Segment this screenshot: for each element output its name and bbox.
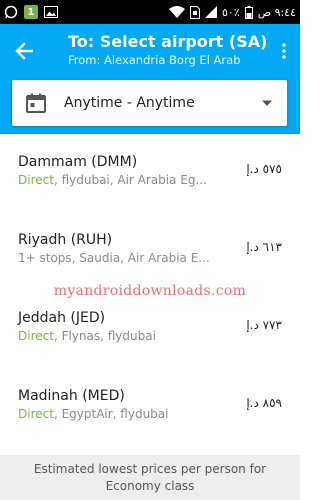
direct-label: Direct [18,407,54,421]
flight-details: Direct, EgyptAir, flydubai [18,407,228,421]
back-button[interactable] [10,38,38,64]
overflow-menu-button[interactable] [276,38,292,64]
footer-line-2: Economy class [105,479,195,493]
status-time: ٩:٤٤ ص [257,5,296,19]
direct-label: Direct [18,173,54,187]
result-row-jeddah[interactable]: Jeddah (JED) Direct, Flynas, flydubai ٧٧… [0,290,300,368]
footer-line-1: Estimated lowest prices per person for [33,462,267,476]
carriers-text: , flydubai, Air Arabia Eg... [53,173,207,187]
destination-name: Jeddah (JED) [18,310,106,326]
price-disclaimer-footer: Estimated lowest prices per person for E… [0,455,300,500]
app-bar-titles: To: Select airport (SA) From: Alexandria… [68,32,270,67]
more-vert-icon [282,43,286,59]
page-title: To: Select airport (SA) [68,32,268,51]
destination-name: Dammam (DMM) [18,154,138,170]
carriers-text: 1+ stops, Saudia, Air Arabia E... [18,251,210,265]
flight-details: Direct, flydubai, Air Arabia Eg... [18,173,228,187]
status-bar-left: 1 [4,4,58,20]
price: ٨٥٩ د.إ [246,396,282,410]
notification-badge-icon: 1 [24,5,38,19]
flight-details: Direct, Flynas, flydubai [18,329,228,343]
price: ٥٧٥ د.إ [246,162,282,176]
flight-details: 1+ stops, Saudia, Air Arabia E... [18,251,228,265]
whatsapp-icon [4,4,18,20]
price: ٧٧٣ د.إ [246,318,282,332]
filter-strip: Anytime - Anytime [0,78,300,134]
date-range-dropdown[interactable]: Anytime - Anytime [12,80,287,126]
result-row-madinah[interactable]: Madinah (MED) Direct, EgyptAir, flydubai… [0,368,300,446]
arrow-back-icon [15,42,33,60]
signal-icon [205,4,218,20]
date-range-value: Anytime - Anytime [64,95,195,111]
watermark: myandroiddownloads.com [53,283,247,299]
battery-percent: ٥٠٪ [222,5,240,19]
page-subtitle: From: Alexandria Borg El Arab [68,53,241,67]
destination-name: Madinah (MED) [18,388,125,404]
sim-icon [190,4,201,20]
destination-name: Riyadh (RUH) [18,232,113,248]
battery-icon [244,4,253,20]
image-icon [44,4,58,20]
wifi-icon [169,4,186,20]
price: ٦١٣ د.إ [246,240,282,254]
carriers-text: , Flynas, flydubai [53,329,156,343]
calendar-icon [26,93,46,113]
dropdown-arrow-icon [262,100,272,106]
carriers-text: , EgyptAir, flydubai [53,407,169,421]
direct-label: Direct [18,329,54,343]
result-row-riyadh[interactable]: Riyadh (RUH) 1+ stops, Saudia, Air Arabi… [0,212,300,290]
status-bar-right: ٥٠٪ ٩:٤٤ ص [169,4,296,20]
status-bar: 1 ٥٠٪ ٩:٤٤ ص [0,0,300,24]
result-row-dammam[interactable]: Dammam (DMM) Direct, flydubai, Air Arabi… [0,134,300,212]
app-bar: To: Select airport (SA) From: Alexandria… [0,24,300,78]
